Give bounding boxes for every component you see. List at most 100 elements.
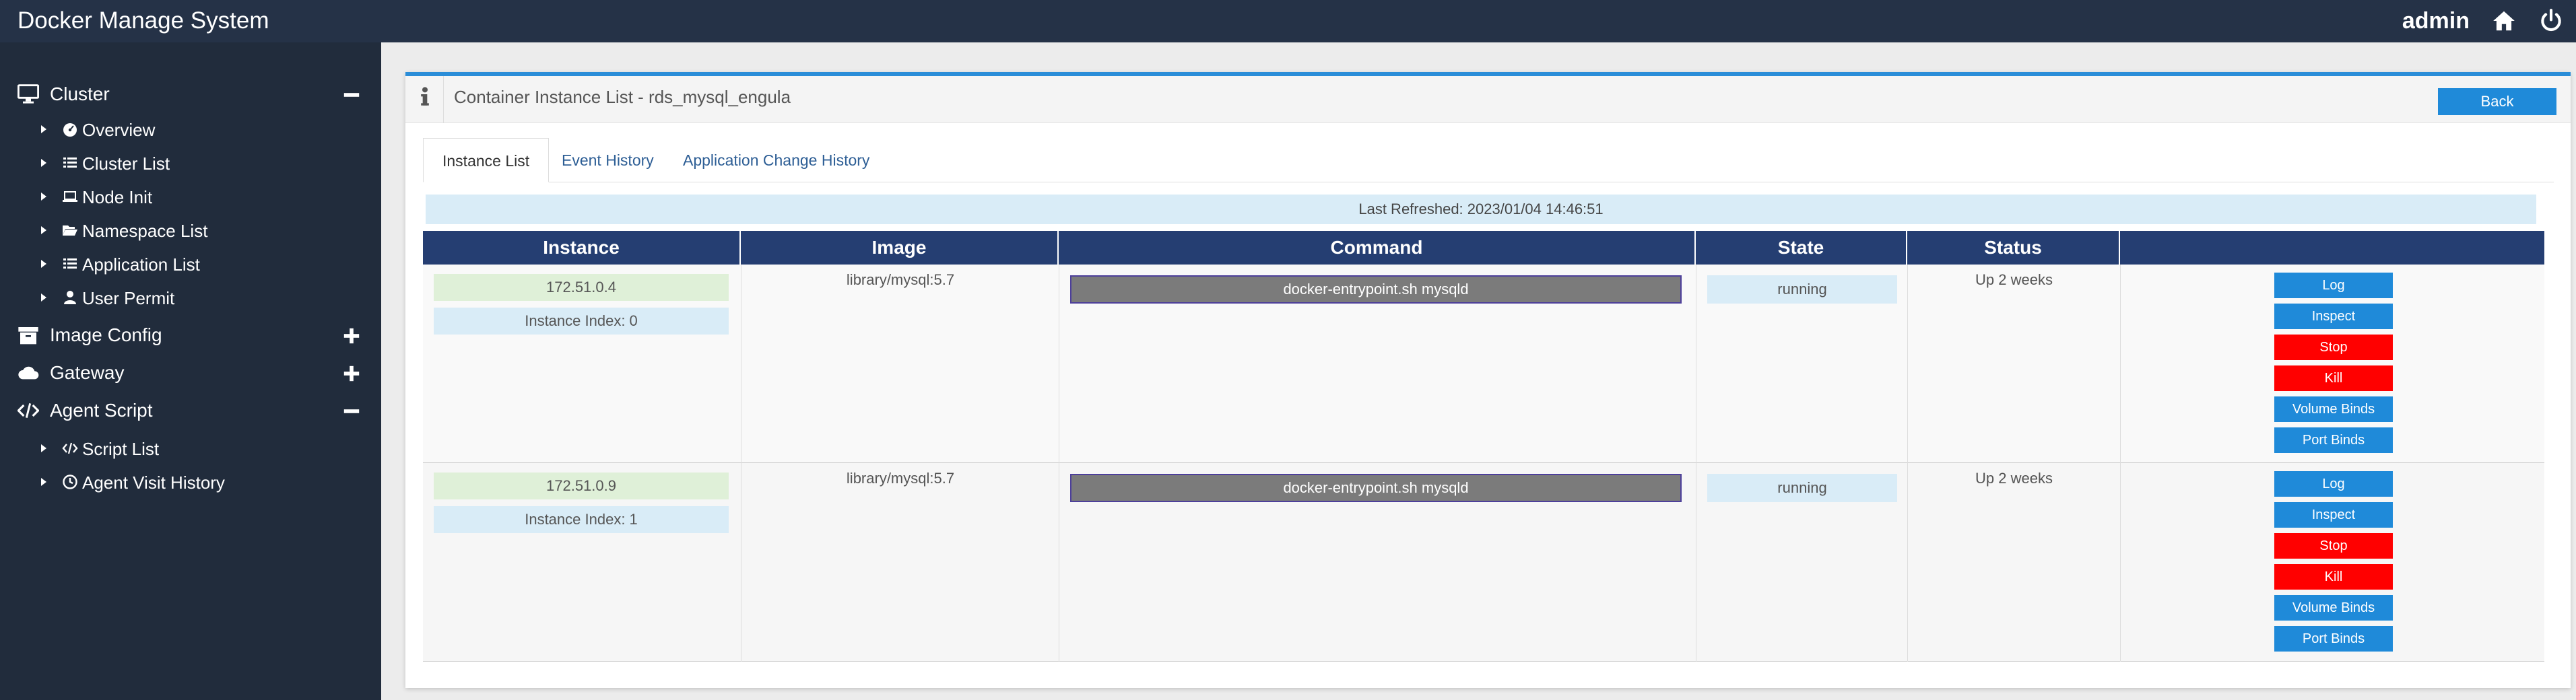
list-icon: [63, 158, 77, 168]
sidebar-item-label: Namespace List: [82, 221, 208, 241]
image-name: library/mysql:5.7: [846, 271, 955, 288]
sidebar-item-label: Image Config: [50, 324, 162, 345]
command-text: docker-entrypoint.sh mysqld: [1070, 275, 1682, 304]
plus-icon[interactable]: [342, 364, 361, 383]
state-badge: running: [1707, 275, 1897, 304]
column-header-image: Image: [741, 231, 1059, 265]
minus-icon[interactable]: [342, 85, 361, 104]
command-text: docker-entrypoint.sh mysqld: [1070, 474, 1682, 502]
image-cell: library/mysql:5.7: [741, 463, 1059, 662]
column-header-state: State: [1696, 231, 1907, 265]
sidebar-item-label: Script List: [82, 439, 160, 459]
column-header-command: Command: [1059, 231, 1696, 265]
log-button[interactable]: Log: [2274, 273, 2393, 298]
sidebar-item-image-config[interactable]: Image Config: [0, 318, 381, 352]
port-binds-button[interactable]: Port Binds: [2274, 427, 2393, 453]
caret-right-icon: [41, 193, 46, 201]
kill-button[interactable]: Kill: [2274, 365, 2393, 391]
instance-ip: 172.51.0.9: [434, 473, 729, 499]
sidebar-item-script-list[interactable]: Script List: [0, 431, 381, 465]
stop-button[interactable]: Stop: [2274, 533, 2393, 559]
sidebar-item-node-init[interactable]: Node Init: [0, 180, 381, 213]
sidebar-item-cluster-list[interactable]: Cluster List: [0, 146, 381, 180]
state-cell: running: [1696, 463, 1907, 662]
clock-icon: [63, 475, 77, 489]
stop-button[interactable]: Stop: [2274, 335, 2393, 360]
info-icon: [421, 87, 429, 106]
main-area: Container Instance List - rds_mysql_engu…: [381, 42, 2576, 700]
column-header-actions: [2120, 231, 2544, 265]
port-binds-button[interactable]: Port Binds: [2274, 626, 2393, 652]
caret-right-icon: [41, 226, 46, 234]
sidebar-item-application-list[interactable]: Application List: [0, 247, 381, 281]
home-icon[interactable]: [2491, 8, 2517, 34]
kill-button[interactable]: Kill: [2274, 564, 2393, 590]
sidebar-item-agent-visit-history[interactable]: Agent Visit History: [0, 465, 381, 499]
volume-binds-button[interactable]: Volume Binds: [2274, 595, 2393, 621]
sidebar-item-agent-script[interactable]: Agent Script: [0, 394, 381, 427]
code-icon: [18, 403, 39, 419]
table-row: 172.51.0.9 Instance Index: 1 library/mys…: [423, 463, 2544, 662]
sidebar-item-label: Cluster List: [82, 153, 170, 174]
back-button[interactable]: Back: [2438, 88, 2556, 115]
status-text: Up 2 weeks: [1975, 470, 2053, 487]
sidebar-item-label: Agent Script: [50, 400, 153, 421]
tab-application-change-history[interactable]: Application Change History: [664, 138, 888, 182]
cloud-icon: [18, 366, 39, 380]
archive-icon: [18, 327, 38, 345]
state-cell: running: [1696, 265, 1907, 463]
sidebar-item-cluster[interactable]: Cluster: [0, 77, 381, 111]
last-refreshed-bar: Last Refreshed: 2023/01/04 14:46:51: [426, 195, 2536, 224]
actions-cell: Log Inspect Stop Kill Volume Binds Port …: [2120, 265, 2544, 463]
status-text: Up 2 weeks: [1975, 271, 2053, 288]
user-name[interactable]: admin: [2402, 7, 2470, 35]
inspect-button[interactable]: Inspect: [2274, 304, 2393, 329]
command-cell: docker-entrypoint.sh mysqld: [1059, 463, 1696, 662]
laptop-icon: [63, 191, 77, 202]
log-button[interactable]: Log: [2274, 471, 2393, 497]
image-cell: library/mysql:5.7: [741, 265, 1059, 463]
image-name: library/mysql:5.7: [846, 470, 955, 487]
column-header-instance: Instance: [423, 231, 741, 265]
table-header: Instance Image Command State Status: [423, 231, 2544, 265]
inspect-button[interactable]: Inspect: [2274, 502, 2393, 528]
instance-cell: 172.51.0.4 Instance Index: 0: [423, 265, 741, 463]
instance-cell: 172.51.0.9 Instance Index: 1: [423, 463, 741, 662]
sidebar-item-label: Node Init: [82, 187, 153, 207]
sidebar-item-label: Cluster: [50, 83, 110, 104]
user-icon: [64, 291, 76, 304]
plus-icon[interactable]: [342, 326, 361, 345]
app-title: Docker Manage System: [18, 7, 269, 34]
desktop-icon: [18, 84, 39, 104]
sidebar: Cluster Overview Cluster List Node Init: [0, 42, 381, 700]
volume-binds-button[interactable]: Volume Binds: [2274, 396, 2393, 422]
caret-right-icon: [41, 478, 46, 486]
status-cell: Up 2 weeks: [1907, 463, 2120, 662]
state-badge: running: [1707, 474, 1897, 502]
instance-ip: 172.51.0.4: [434, 274, 729, 301]
instance-index: Instance Index: 0: [434, 308, 729, 335]
caret-right-icon: [41, 293, 46, 302]
instance-table: Instance Image Command State Status 172.…: [423, 231, 2544, 662]
tab-event-history[interactable]: Event History: [543, 138, 673, 182]
command-cell: docker-entrypoint.sh mysqld: [1059, 265, 1696, 463]
power-icon[interactable]: [2538, 8, 2564, 34]
sidebar-item-label: Overview: [82, 120, 156, 140]
list-icon: [63, 258, 77, 269]
sidebar-item-user-permit[interactable]: User Permit: [0, 281, 381, 314]
actions-cell: Log Inspect Stop Kill Volume Binds Port …: [2120, 463, 2544, 662]
minus-icon[interactable]: [342, 402, 361, 421]
sidebar-item-overview[interactable]: Overview: [0, 112, 381, 146]
tab-instance-list[interactable]: Instance List: [423, 138, 550, 182]
sidebar-item-label: User Permit: [82, 288, 175, 308]
table-row: 172.51.0.4 Instance Index: 0 library/mys…: [423, 265, 2544, 463]
column-header-status: Status: [1907, 231, 2120, 265]
panel-header: Container Instance List - rds_mysql_engu…: [405, 76, 2571, 123]
instance-index: Instance Index: 1: [434, 506, 729, 533]
instance-panel: Container Instance List - rds_mysql_engu…: [405, 72, 2571, 688]
sidebar-item-namespace-list[interactable]: Namespace List: [0, 213, 381, 247]
sidebar-item-gateway[interactable]: Gateway: [0, 356, 381, 390]
sidebar-item-label: Gateway: [50, 362, 125, 383]
caret-right-icon: [41, 159, 46, 167]
dashboard-icon: [63, 123, 77, 137]
